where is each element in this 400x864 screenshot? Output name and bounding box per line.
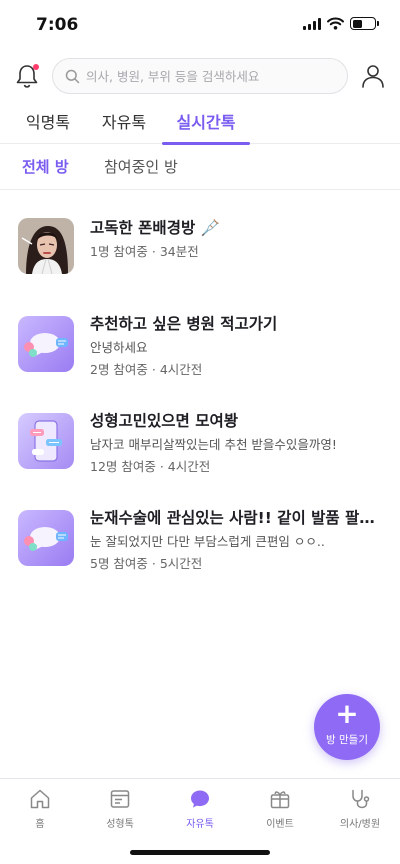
status-time: 7:06 [36,15,79,35]
create-room-label: 방 만들기 [326,734,368,746]
room-title: 고독한 폰배경방 🩼 [90,219,220,237]
nav-label: 이벤트 [266,819,294,830]
profile-icon[interactable] [360,62,386,90]
tab-free-talk[interactable]: 자유톡 [92,104,156,144]
nav-label: 홈 [35,819,45,830]
room-meta: 5명 참여중 · 5시간전 [90,556,203,571]
search-header [0,56,400,96]
chat-bubbles-icon [18,510,74,566]
sub-tabs: 전체 방 참여중인 방 [0,144,400,190]
nav-doctor-hospital[interactable]: 의사/병원 [320,787,400,830]
nav-label: 자유톡 [186,819,214,830]
status-icons [303,17,379,30]
room-last-message: 안녕하세요 [90,340,148,355]
chat-icon [191,790,209,808]
room-title: 성형고민있으면 모여봥 [90,412,238,430]
search-input[interactable] [86,68,336,84]
cellular-signal-icon [303,17,321,30]
status-bar: 7:06 [0,0,400,50]
tab-realtime-talk[interactable]: 실시간톡 [162,104,250,145]
tab-all-rooms[interactable]: 전체 방 [22,156,69,177]
room-meta: 2명 참여중 · 4시간전 [90,362,203,377]
chat-bubbles-icon [18,316,74,372]
notification-dot [33,64,39,70]
nav-event[interactable]: 이벤트 [240,787,320,830]
nav-free-talk[interactable]: 자유톡 [160,787,240,830]
stethoscope-icon [352,789,370,809]
battery-icon [350,17,379,30]
nav-label: 의사/병원 [339,819,381,830]
phone-chat-icon [18,413,74,469]
room-title: 추천하고 싶은 병원 적고가기 [90,315,278,333]
room-last-message: 눈 잘되었지만 다만 부담스럽게 큰편임 ㅇㅇ.. [90,534,325,549]
nav-surgery-talk[interactable]: 성형톡 [80,787,160,830]
search-icon [65,69,80,83]
room-meta: 1명 참여중 · 34분전 [90,244,199,259]
main-tabs: 익명톡 자유톡 실시간톡 [0,104,400,145]
room-last-message: 남자코 매부리살짝있는데 추천 받을수있을까영! [90,437,337,452]
wifi-icon [327,17,344,30]
chat-room-item[interactable]: 눈재수술에 관심있는 사람!! 같이 발품 팔아… 눈 잘되었지만 다만 부담스… [0,500,400,590]
create-room-button[interactable]: + 방 만들기 [314,694,380,760]
room-meta: 12명 참여중 · 4시간전 [90,459,211,474]
chat-room-item[interactable]: 성형고민있으면 모여봥 남자코 매부리살짝있는데 추천 받을수있을까영! 12명… [0,403,400,493]
room-title: 눈재수술에 관심있는 사람!! 같이 발품 팔아… [90,509,380,527]
room-thumbnail-portrait [18,218,74,274]
board-icon [110,790,130,808]
chat-room-item[interactable]: 고독한 폰배경방 🩼 1명 참여중 · 34분전 [0,210,400,300]
notification-bell-icon[interactable] [14,62,40,90]
tab-anonymous-talk[interactable]: 익명톡 [16,104,80,144]
home-icon [30,789,50,809]
home-indicator [130,850,270,855]
plus-icon: + [335,697,359,730]
chat-room-item[interactable]: 추천하고 싶은 병원 적고가기 안녕하세요 2명 참여중 · 4시간전 [0,306,400,396]
nav-label: 성형톡 [106,819,134,830]
nav-home[interactable]: 홈 [0,787,80,830]
tab-joined-rooms[interactable]: 참여중인 방 [104,156,178,177]
search-box[interactable] [52,58,348,94]
gift-icon [270,791,290,809]
